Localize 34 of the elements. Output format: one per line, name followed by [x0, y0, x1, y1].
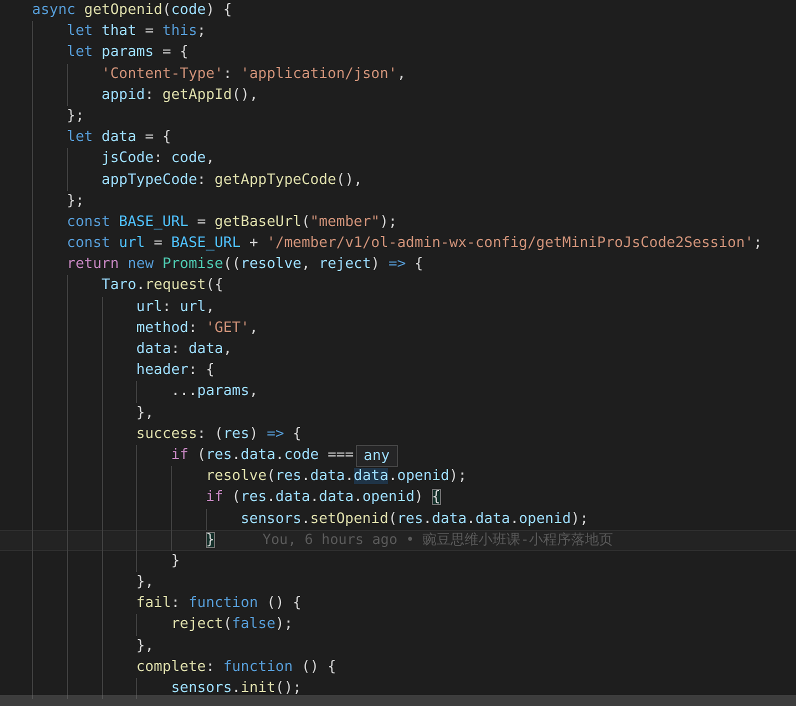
code-line: reject(false); — [171, 615, 293, 634]
code-line: }, — [136, 636, 154, 656]
code-line: resolve(res.data.data.openid); — [206, 467, 467, 486]
code-line: if (res.data.code === — [171, 446, 354, 465]
code-line: appid: getAppId(), — [102, 86, 258, 105]
code-line: let that = this; — [66, 22, 206, 42]
code-line: Taro.request({ — [102, 276, 224, 296]
code-line: complete: function () { — [136, 658, 336, 677]
horizontal-scrollbar[interactable] — [0, 695, 796, 706]
code-line: const url = BASE_URL + '/member/v1/ol-admin-wx-config/getMiniProJsCode2Session'; — [66, 234, 762, 254]
code-line: async getOpenid(code) { — [32, 1, 232, 20]
code-line: }, — [136, 404, 154, 423]
code-line: sensors.init(); — [171, 679, 302, 698]
code-line: appTypeCode: getAppTypeCode(), — [102, 170, 362, 190]
code-line: const BASE_URL = getBaseUrl("member"); — [66, 212, 398, 232]
code-line: jsCode: code, — [102, 149, 215, 168]
code-line: sensors.setOpenid(res.data.data.openid); — [240, 510, 588, 528]
code-line: }; — [66, 192, 84, 211]
code-line: 'Content-Type': 'application/json', — [102, 64, 406, 84]
code-line: let params = { — [66, 43, 188, 62]
type-hover-tooltip: any — [356, 444, 398, 467]
code-line: }, — [136, 573, 154, 592]
code-line: success: (res) => { — [136, 424, 302, 444]
code-line: header: { — [136, 361, 215, 380]
code-line: return new Promise((resolve, reject) => { — [66, 255, 424, 274]
code-line: data: data, — [136, 340, 232, 359]
code-line: method: 'GET', — [136, 318, 258, 338]
code-line: } — [171, 552, 180, 571]
code-line: }; — [66, 106, 84, 126]
code-line: fail: function () { — [136, 594, 302, 614]
code-line: ...params, — [171, 382, 258, 402]
code-line: let data = { — [66, 128, 172, 148]
code-line: url: url, — [136, 298, 215, 317]
code-line: if (res.data.data.openid) { — [206, 488, 441, 508]
